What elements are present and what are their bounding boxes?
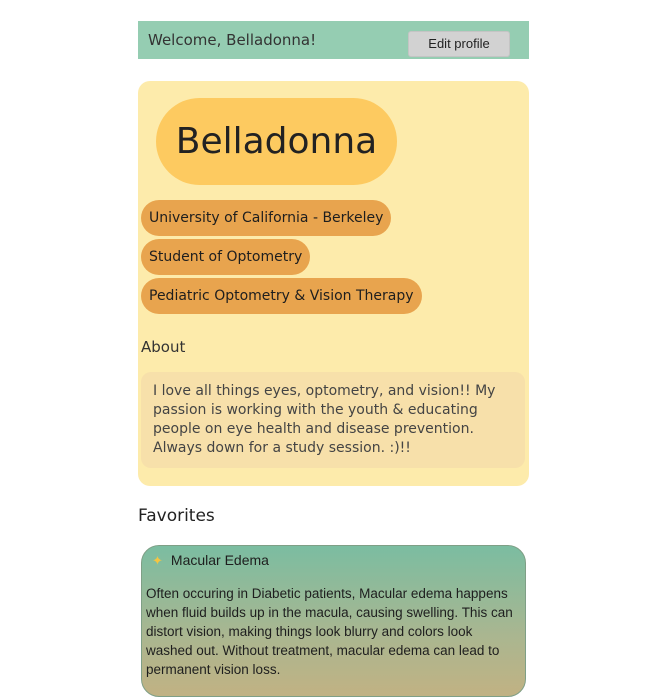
- tag-specialty: Pediatric Optometry & Vision Therapy: [141, 278, 422, 314]
- favorite-description: Often occuring in Diabetic patients, Mac…: [146, 586, 513, 677]
- top-bar: Welcome, Belladonna! Edit profile: [138, 21, 529, 59]
- favorites-heading: Favorites: [138, 506, 215, 526]
- profile-name: Belladonna: [156, 98, 397, 185]
- about-text: I love all things eyes, optometry, and v…: [141, 372, 525, 468]
- favorite-title: Macular Edema: [170, 552, 269, 568]
- about-heading: About: [141, 338, 186, 356]
- edit-profile-button[interactable]: Edit profile: [408, 31, 510, 57]
- favorite-card[interactable]: ✦ Macular Edema Often occuring in Diabeti…: [141, 545, 526, 697]
- tag-university: University of California - Berkeley: [141, 200, 392, 236]
- favorite-card-header: ✦ Macular Edema: [152, 552, 269, 569]
- sparkles-icon: ✦: [152, 553, 163, 568]
- welcome-message: Welcome, Belladonna!: [148, 31, 317, 49]
- tag-program: Student of Optometry: [141, 239, 311, 275]
- profile-page: Welcome, Belladonna! Edit profile Bellad…: [0, 0, 658, 700]
- profile-card: Belladonna University of California - Be…: [138, 81, 529, 486]
